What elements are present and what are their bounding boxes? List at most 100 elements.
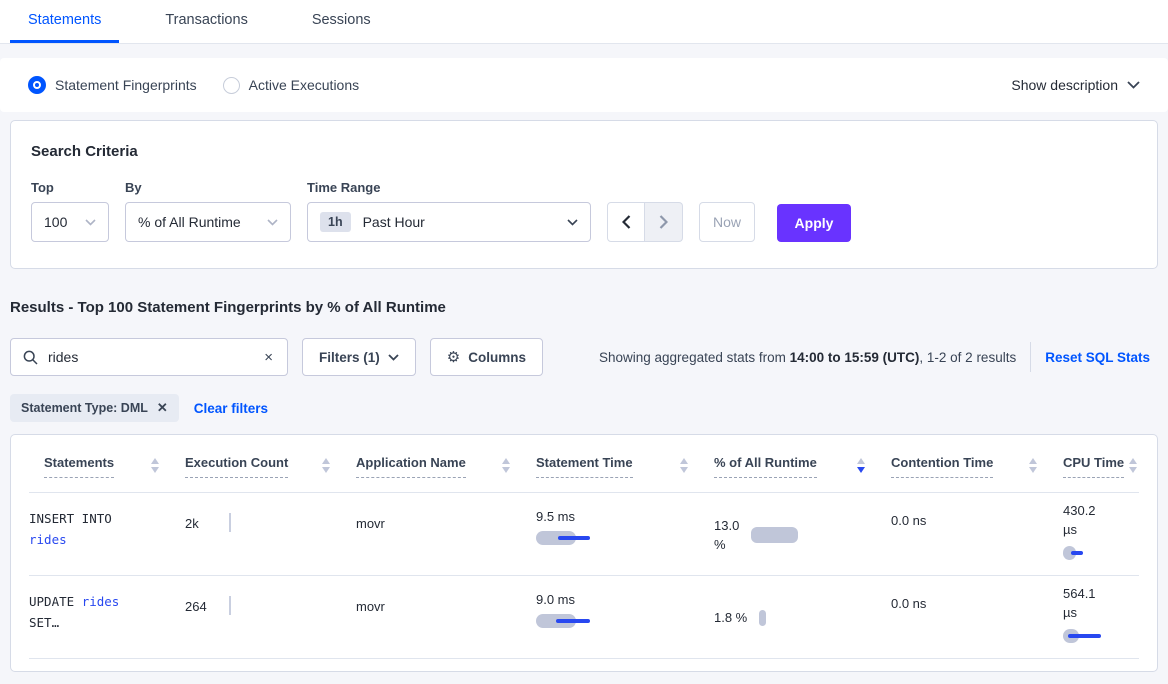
chevron-down-icon <box>567 219 578 226</box>
divider <box>1030 342 1031 372</box>
chevron-down-icon <box>267 219 278 226</box>
prev-time-button[interactable] <box>607 202 645 242</box>
radio-label: Statement Fingerprints <box>55 77 197 93</box>
col-header-runtime[interactable]: % of All Runtime <box>714 455 891 492</box>
filter-chip-label: Statement Type: DML <box>21 401 148 415</box>
application-name-cell: movr <box>356 508 536 561</box>
radio-active-executions[interactable]: Active Executions <box>223 77 360 94</box>
remove-filter-icon[interactable]: ✕ <box>157 400 168 416</box>
contention-time-cell: 0.0 ns <box>891 591 1063 644</box>
radio-statement-fingerprints[interactable]: Statement Fingerprints <box>28 76 197 94</box>
time-range-select[interactable]: 1h Past Hour <box>307 202 591 242</box>
results-controls-row: × Filters (1) ⚙ Columns Showing aggregat… <box>10 338 1158 376</box>
application-name-cell: movr <box>356 591 536 644</box>
col-header-statement-time[interactable]: Statement Time <box>536 455 714 492</box>
time-nav-group <box>607 202 683 242</box>
active-filters-row: Statement Type: DML ✕ Clear filters <box>10 394 1158 422</box>
time-range-badge: 1h <box>320 212 351 232</box>
contention-time-cell: 0.0 ns <box>891 508 1063 561</box>
search-box[interactable]: × <box>10 338 288 376</box>
sort-icon[interactable] <box>322 458 330 473</box>
filters-label: Filters (1) <box>319 350 380 365</box>
by-select-value: % of All Runtime <box>138 214 241 230</box>
count-bar <box>229 596 231 615</box>
clear-filters-link[interactable]: Clear filters <box>194 401 268 416</box>
count-bar <box>229 513 231 532</box>
execution-count-cell: 2k <box>185 508 356 561</box>
runtime-bar <box>759 610 766 626</box>
time-range-value: Past Hour <box>363 214 425 230</box>
table-header-row: Statements Execution Count Application N… <box>29 435 1139 493</box>
filters-button[interactable]: Filters (1) <box>302 338 416 376</box>
show-description-label: Show description <box>1011 77 1118 93</box>
search-criteria-title: Search Criteria <box>31 143 1137 160</box>
radio-selected-icon <box>28 76 46 94</box>
sort-icon[interactable] <box>151 458 159 473</box>
table-row: INSERT INTO rides 2k movr 9.5 ms 13.0% 0… <box>29 493 1139 576</box>
sort-icon[interactable] <box>502 458 510 473</box>
search-criteria-panel: Search Criteria Top 100 By % of All Runt… <box>10 120 1158 269</box>
search-icon <box>23 350 38 365</box>
statement-time-bar <box>536 530 714 546</box>
clear-search-icon[interactable]: × <box>262 349 275 366</box>
next-time-button[interactable] <box>645 202 683 242</box>
by-field: By % of All Runtime <box>125 180 291 242</box>
col-header-statements[interactable]: Statements <box>29 455 185 492</box>
stats-time-range: 14:00 to 15:59 (UTC) <box>790 350 920 365</box>
cpu-time-bar <box>1063 628 1139 644</box>
filter-chip-statement-type: Statement Type: DML ✕ <box>10 394 179 422</box>
chevron-down-icon <box>1127 81 1140 89</box>
chevron-left-icon <box>622 215 631 229</box>
cpu-time-cell: 430.2 µs <box>1063 501 1139 561</box>
top-label: Top <box>31 180 109 195</box>
execution-count-cell: 264 <box>185 591 356 644</box>
time-range-field: Time Range 1h Past Hour <box>307 180 591 242</box>
time-range-label: Time Range <box>307 180 591 195</box>
results-heading: Results - Top 100 Statement Fingerprints… <box>10 299 1158 316</box>
by-label: By <box>125 180 291 195</box>
tab-statements[interactable]: Statements <box>10 0 119 43</box>
radio-label: Active Executions <box>249 77 360 93</box>
runtime-bar <box>751 527 798 543</box>
statements-table: Statements Execution Count Application N… <box>10 434 1158 672</box>
statement-fingerprint-link[interactable]: UPDATE rides SET… <box>29 591 185 644</box>
now-button[interactable]: Now <box>699 202 755 242</box>
chevron-down-icon <box>85 219 96 226</box>
sort-icon[interactable] <box>1029 458 1037 473</box>
gear-icon: ⚙ <box>447 348 460 366</box>
columns-button[interactable]: ⚙ Columns <box>430 338 543 376</box>
search-input[interactable] <box>48 349 262 365</box>
statement-time-bar <box>536 613 714 629</box>
sort-icon[interactable] <box>680 458 688 473</box>
sort-icon-active-desc[interactable] <box>857 458 865 473</box>
chevron-right-icon <box>659 215 668 229</box>
statement-fingerprint-link[interactable]: INSERT INTO rides <box>29 508 185 561</box>
table-row: UPDATE rides SET… 264 movr 9.0 ms 1.8 % … <box>29 576 1139 659</box>
cpu-time-bar <box>1063 545 1139 561</box>
apply-button[interactable]: Apply <box>777 204 851 242</box>
radio-unselected-icon <box>223 77 240 94</box>
show-description-toggle[interactable]: Show description <box>1011 77 1140 93</box>
col-header-execution-count[interactable]: Execution Count <box>185 455 356 492</box>
top-select[interactable]: 100 <box>31 202 109 242</box>
view-toggle-card: Statement Fingerprints Active Executions… <box>0 58 1168 112</box>
chevron-down-icon <box>388 354 399 361</box>
col-header-application-name[interactable]: Application Name <box>356 455 536 492</box>
statement-time-cell: 9.0 ms <box>536 591 714 644</box>
col-header-contention-time[interactable]: Contention Time <box>891 455 1063 492</box>
statement-time-cell: 9.5 ms <box>536 508 714 561</box>
runtime-cell: 1.8 % <box>714 591 891 644</box>
runtime-cell: 13.0% <box>714 508 891 561</box>
col-header-cpu-time[interactable]: CPU Time <box>1063 455 1139 492</box>
reset-sql-stats-link[interactable]: Reset SQL Stats <box>1045 350 1158 365</box>
tab-transactions[interactable]: Transactions <box>147 0 265 43</box>
sort-icon[interactable] <box>1129 458 1137 473</box>
top-tab-bar: Statements Transactions Sessions <box>0 0 1168 44</box>
columns-label: Columns <box>468 350 526 365</box>
top-select-value: 100 <box>44 214 67 230</box>
by-select[interactable]: % of All Runtime <box>125 202 291 242</box>
top-field: Top 100 <box>31 180 109 242</box>
stats-summary: Showing aggregated stats from 14:00 to 1… <box>599 350 1016 365</box>
cpu-time-cell: 564.1 µs <box>1063 584 1139 644</box>
tab-sessions[interactable]: Sessions <box>294 0 389 43</box>
